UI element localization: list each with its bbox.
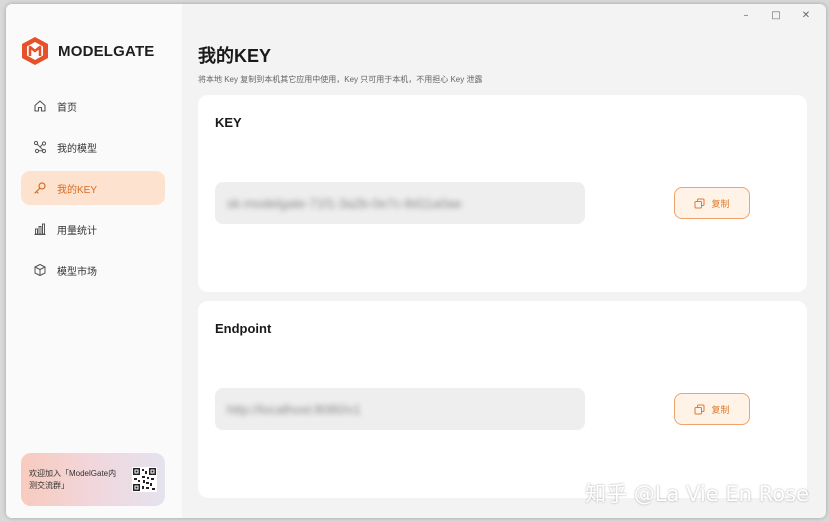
sidebar-item-label: 模型市场 bbox=[57, 266, 97, 278]
copy-icon bbox=[694, 404, 705, 414]
sidebar-item-label: 首页 bbox=[57, 102, 77, 114]
minimize-button[interactable]: – bbox=[734, 6, 758, 24]
modelgate-logo-icon bbox=[22, 37, 48, 65]
copy-key-label: 复制 bbox=[711, 198, 730, 209]
cube-icon bbox=[33, 263, 47, 277]
key-card: KEY sk-modelgate-71f1-3a2b-0e7c-8d11a0ae… bbox=[198, 95, 807, 292]
home-icon bbox=[33, 99, 47, 113]
sidebar-item-usage-stats[interactable]: 用量统计 bbox=[21, 212, 165, 246]
page-title: 我的KEY bbox=[198, 46, 272, 66]
page-subtitle: 将本地 Key 复制到本机其它应用中使用，Key 只可用于本机，不用担心 Key… bbox=[198, 75, 483, 84]
sidebar-item-label: 用量统计 bbox=[57, 225, 97, 237]
sidebar-item-my-models[interactable]: 我的模型 bbox=[21, 130, 165, 164]
sidebar-item-label: 我的模型 bbox=[57, 143, 97, 155]
close-button[interactable]: ✕ bbox=[794, 6, 818, 24]
sidebar-nav: 首页 我的模型 我的KEY 用量统计 模型市场 bbox=[21, 89, 165, 294]
key-value-text: sk-modelgate-71f1-3a2b-0e7c-8d11a0ae bbox=[227, 195, 462, 211]
copy-endpoint-label: 复制 bbox=[711, 404, 730, 415]
sidebar-item-my-key[interactable]: 我的KEY bbox=[21, 171, 165, 205]
bar-chart-icon bbox=[33, 222, 47, 236]
sidebar: MODELGATE 首页 我的模型 我的KEY 用量统计 模型市场 欢迎加入「M… bbox=[6, 4, 182, 518]
copy-endpoint-button[interactable]: 复制 bbox=[674, 393, 750, 425]
endpoint-value-field[interactable]: http://localhost:8080/v1 bbox=[215, 388, 585, 430]
key-card-title: KEY bbox=[215, 115, 242, 130]
promo-text: 欢迎加入「ModelGate内测交流群」 bbox=[29, 468, 117, 490]
window-controls: – □ ✕ bbox=[734, 6, 818, 24]
sidebar-item-home[interactable]: 首页 bbox=[21, 89, 165, 123]
sidebar-item-label: 我的KEY bbox=[57, 184, 98, 196]
app-window: – □ ✕ MODELGATE 首页 我的模型 我的KEY 用量统计 模型市场 … bbox=[6, 4, 826, 518]
key-icon bbox=[33, 181, 47, 195]
endpoint-card: Endpoint http://localhost:8080/v1 复制 bbox=[198, 301, 807, 498]
endpoint-card-title: Endpoint bbox=[215, 321, 272, 336]
brand-name: MODELGATE bbox=[58, 42, 155, 60]
sidebar-item-model-market[interactable]: 模型市场 bbox=[21, 253, 165, 287]
maximize-button[interactable]: □ bbox=[764, 6, 788, 24]
brand: MODELGATE bbox=[20, 36, 155, 66]
qr-code-icon bbox=[132, 467, 157, 492]
copy-icon bbox=[694, 198, 705, 208]
network-icon bbox=[33, 140, 47, 154]
main-content: 我的KEY 将本地 Key 复制到本机其它应用中使用，Key 只可用于本机，不用… bbox=[182, 4, 826, 518]
zhihu-watermark: 知乎 @La Vie En Rose bbox=[585, 482, 809, 506]
copy-key-button[interactable]: 复制 bbox=[674, 187, 750, 219]
community-promo-banner[interactable]: 欢迎加入「ModelGate内测交流群」 bbox=[21, 453, 165, 506]
key-value-field[interactable]: sk-modelgate-71f1-3a2b-0e7c-8d11a0ae bbox=[215, 182, 585, 224]
endpoint-value-text: http://localhost:8080/v1 bbox=[227, 401, 361, 417]
